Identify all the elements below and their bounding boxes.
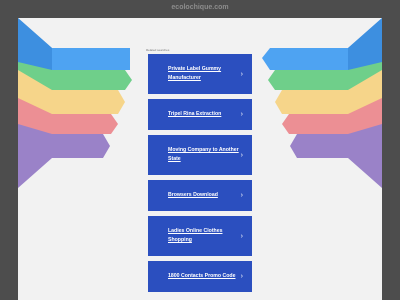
search-link-label: Moving Company to Another State (168, 146, 239, 162)
chevron-right-icon: › (240, 70, 243, 78)
related-searches-label: Related searches (146, 48, 170, 52)
search-link-label: Private Label Gummy Manufacturer (168, 65, 222, 81)
right-ribbon-blue-fold (348, 18, 382, 70)
landing-page: Related searches Private Label Gummy Man… (18, 18, 382, 300)
chevron-right-icon: › (240, 151, 243, 159)
related-searches: Related searches Private Label Gummy Man… (146, 46, 252, 297)
chevron-right-icon: › (240, 111, 243, 118)
search-link-private-label-gummy[interactable]: Private Label Gummy Manufacturer › (148, 54, 252, 94)
search-link-label: Browsers Download (168, 191, 218, 198)
search-link-label: Tripel Rina Extraction (168, 110, 222, 117)
search-link-moving-company[interactable]: Moving Company to Another State › (148, 135, 252, 175)
search-link-tripel-rina[interactable]: Tripel Rina Extraction › (148, 99, 252, 130)
domain-title: ecolochique.com (171, 4, 229, 11)
search-link-label: Ladies Online Clothes Shopping (168, 227, 223, 243)
search-link-contacts-promo[interactable]: 1800 Contacts Promo Code › (148, 261, 252, 292)
domain-header: ecolochique.com (0, 0, 400, 18)
search-link-ladies-clothes[interactable]: Ladies Online Clothes Shopping › (148, 216, 252, 256)
search-link-browsers-download[interactable]: Browsers Download › (148, 180, 252, 211)
chevron-right-icon: › (240, 192, 243, 199)
search-link-label: 1800 Contacts Promo Code (168, 272, 236, 279)
left-ribbon-blue-fold (18, 18, 52, 70)
chevron-right-icon: › (240, 273, 243, 280)
chevron-right-icon: › (240, 232, 243, 240)
